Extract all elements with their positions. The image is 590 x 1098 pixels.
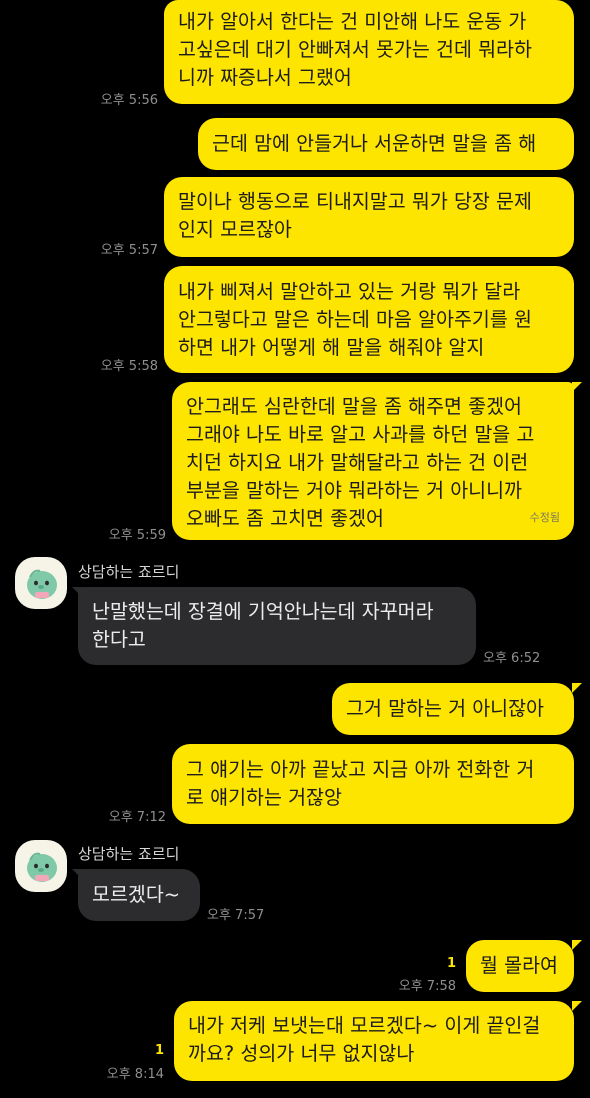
message-line: 부분을 말하는 거야 뭐라하는 거 아니니까 [186,479,522,502]
message-line: 모르겠다~ [92,883,181,906]
message-line: 인지 모르잖아 [178,218,292,241]
message-line: 하면 내가 어떻게 해 말을 해줘야 알지 [178,336,485,359]
message-time: 오후 7:57 [207,908,265,923]
my-message-bubble[interactable]: 안그래도 심란한데 말을 좀 해주면 좋겠어 그래야 나도 바로 알고 사과를 … [172,382,574,540]
message-line: 오빠도 좀 고치면 좋겠어 [186,507,384,530]
message-line: 까요? 성의가 너무 없지않나 [188,1042,415,1065]
their-message-bubble[interactable]: 모르겠다~ [78,869,200,921]
jordy-avatar-icon [27,852,57,882]
unread-count: 1 [446,956,456,971]
message-line: 그 얘기는 아까 끝났고 지금 아까 전화한 거 [186,758,535,781]
bubble-tail [572,940,582,950]
my-message-bubble[interactable]: 그 얘기는 아까 끝났고 지금 아까 전화한 거 로 얘기하는 거잖앙 [172,744,574,824]
sender-name: 상담하는 죠르디 [78,845,180,863]
message-line: 한다고 [92,628,146,651]
message-line: 그래야 나도 바로 알고 사과를 하던 말을 고 [186,423,535,446]
message-time: 오후 5:59 [108,528,166,543]
message-line: 치던 하지요 내가 말해달라고 하는 건 이런 [186,451,529,474]
message-time: 오후 6:52 [483,651,541,666]
unread-count: 1 [154,1043,164,1058]
jordy-avatar-icon [27,569,57,599]
message-time: 오후 7:12 [108,810,166,825]
bubble-tail [572,382,582,392]
profile-avatar[interactable] [15,557,67,609]
message-line: 니까 짜증나서 그랬어 [178,66,352,89]
message-line: 그거 말하는 거 아니잖아 [346,697,544,720]
my-message-bubble[interactable]: 근데 맘에 안들거나 서운하면 말을 좀 해 [198,118,574,170]
my-message-bubble[interactable]: 내가 삐져서 말안하고 있는 거랑 뭐가 달라 안그렇다고 말은 하는데 마음 … [164,266,574,373]
message-line: 말이나 행동으로 티내지말고 뭐가 당장 문제 [178,190,532,213]
bubble-tail [572,1001,582,1011]
message-line: 안그래도 심란한데 말을 좀 해주면 좋겠어 [186,395,522,418]
bubble-tail [572,683,582,693]
message-line: 내가 삐져서 말안하고 있는 거랑 뭐가 달라 [178,280,521,303]
message-time: 오후 5:57 [100,243,158,258]
message-line: 내가 저케 보냇는대 모르겠다~ 이게 끝인걸 [188,1014,541,1037]
my-message-bubble[interactable]: 말이나 행동으로 티내지말고 뭐가 당장 문제 인지 모르잖아 [164,177,574,257]
my-message-bubble[interactable]: 내가 알아서 한다는 건 미안해 나도 운동 가 고싶은데 대기 안빠져서 못가… [164,0,574,104]
their-message-bubble[interactable]: 난말했는데 장결에 기억안나는데 자꾸머라 한다고 [78,587,476,665]
edited-label: 수정됨 [529,511,560,524]
profile-avatar[interactable] [15,840,67,892]
message-line: 근데 맘에 안들거나 서운하면 말을 좀 해 [212,132,537,155]
message-line: 고싶은데 대기 안빠져서 못가는 건데 뭐라하 [178,38,532,61]
message-time: 오후 5:56 [100,93,158,108]
my-message-bubble[interactable]: 내가 저케 보냇는대 모르겠다~ 이게 끝인걸 까요? 성의가 너무 없지않나 [174,1001,574,1081]
message-line: 내가 알아서 한다는 건 미안해 나도 운동 가 [178,10,527,33]
message-time: 오후 5:58 [100,359,158,374]
my-message-bubble[interactable]: 그거 말하는 거 아니잖아 [332,683,574,735]
message-line: 안그렇다고 말은 하는데 마음 알아주기를 원 [178,308,532,331]
my-message-bubble[interactable]: 뭘 몰라여 [466,940,574,992]
message-line: 뭘 몰라여 [480,954,558,977]
sender-name: 상담하는 죠르디 [78,563,180,581]
message-line: 로 얘기하는 거잖앙 [186,786,342,809]
message-time: 오후 8:14 [106,1067,164,1082]
message-line: 난말했는데 장결에 기억안나는데 자꾸머라 [92,600,434,623]
message-time: 오후 7:58 [398,979,456,994]
